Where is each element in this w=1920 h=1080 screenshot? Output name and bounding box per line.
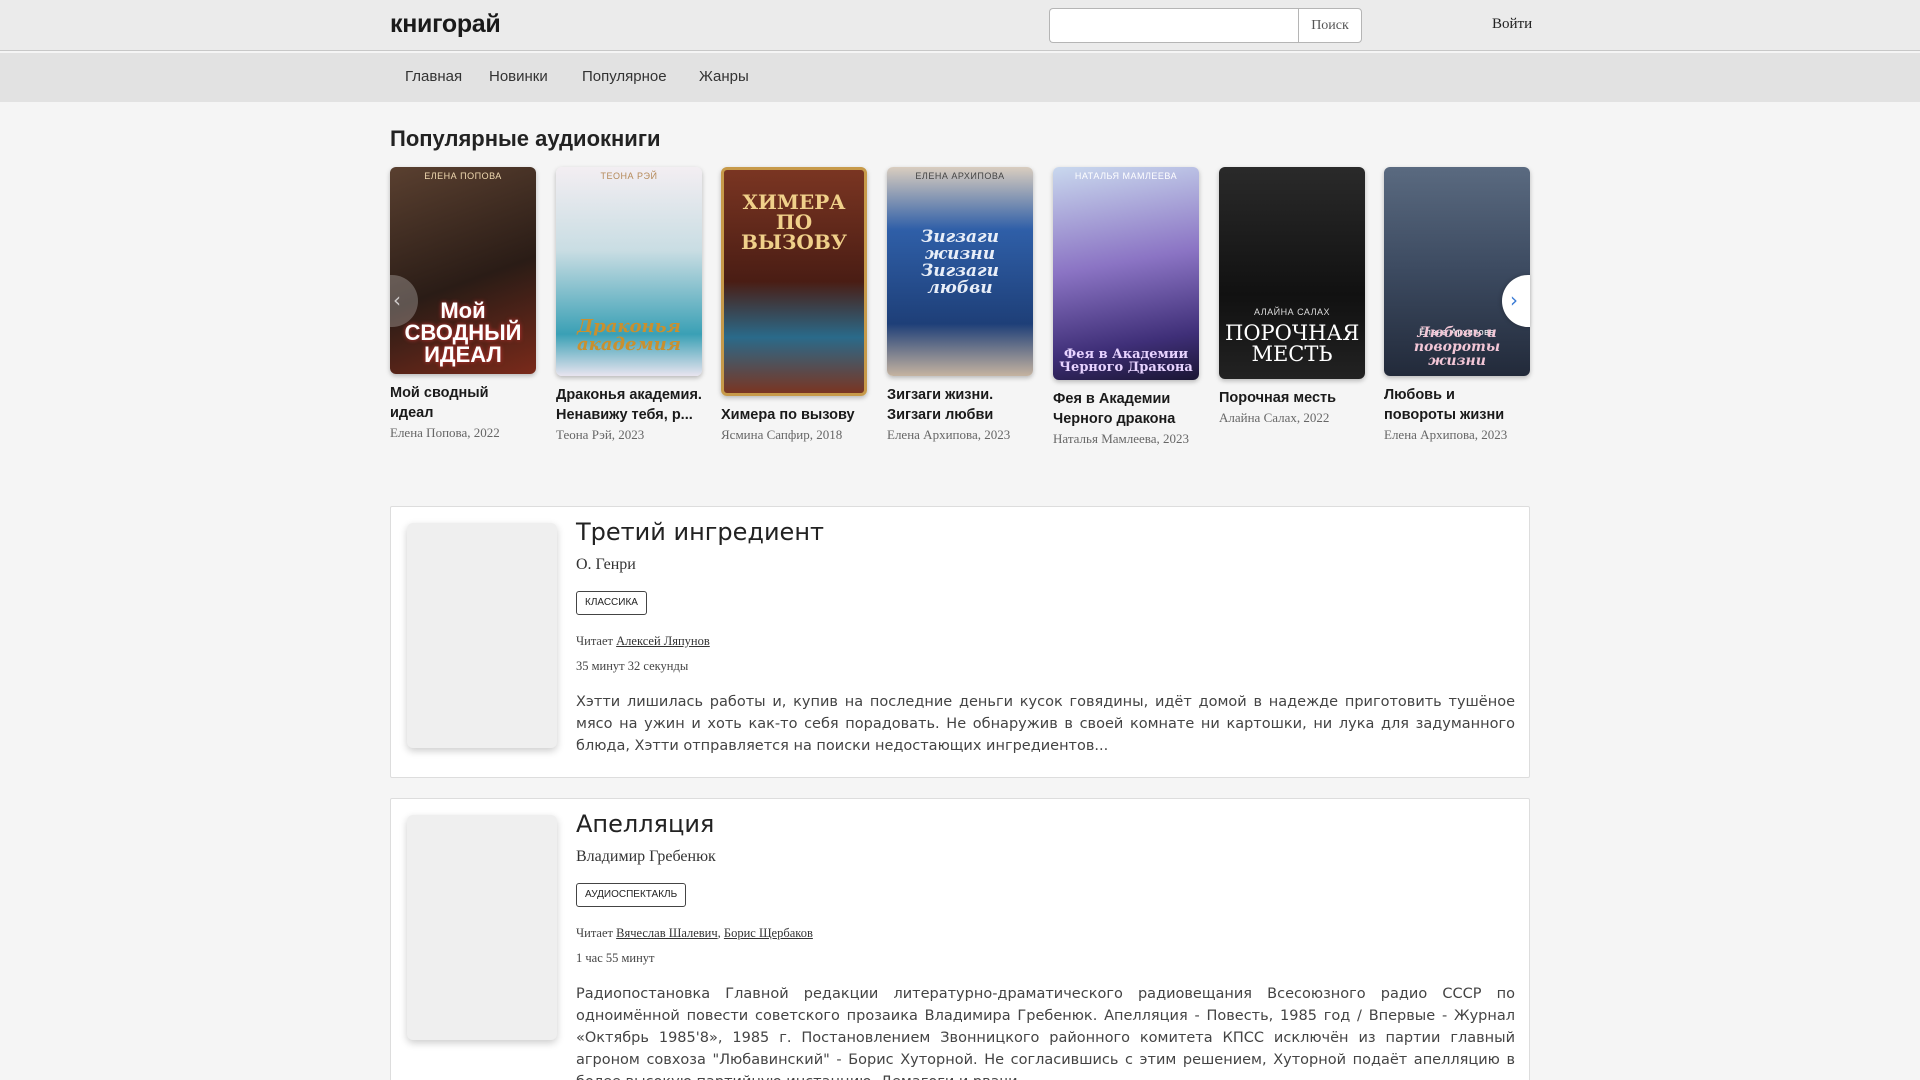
book-card[interactable]: ЕЛЕНА АРХИПОВА Зигзаги жизни Зигзаги люб… — [887, 167, 1033, 443]
book-author: Елена Архипова — [1384, 427, 1475, 442]
cover-title-text: Зигзаги жизни Зигзаги любви — [921, 227, 999, 298]
nav-item-genres[interactable]: Жанры — [699, 68, 749, 85]
reader-prefix: Читает — [576, 634, 613, 648]
audiobook-title[interactable]: Третий ингредиент — [576, 518, 824, 546]
book-year: 2018 — [816, 427, 843, 442]
book-author: Елена Попова — [390, 425, 468, 440]
audiobook-reader: Читает Алексей Ляпунов — [576, 634, 710, 649]
audiobook-author[interactable]: О. Генри — [576, 556, 636, 574]
book-card[interactable]: АЛАЙНА САЛАХ ПОРОЧНАЯ МЕСТЬ Порочная мес… — [1219, 167, 1365, 426]
audiobook-card: Апелляция Владимир Гребенюк аудиоспектак… — [390, 798, 1530, 1080]
book-cover[interactable]: Елена Архипова Любовь и повороты жизни — [1384, 167, 1530, 376]
book-title[interactable]: Порочная месть — [1219, 388, 1365, 408]
book-title[interactable]: Любовь и повороты жизни — [1384, 385, 1530, 425]
book-year: 2023 — [984, 427, 1011, 442]
nav-item-popular[interactable]: Популярное — [582, 68, 667, 85]
reader-link[interactable]: Борис Щербаков — [724, 926, 813, 940]
cover-author-text: ЕЛЕНА АРХИПОВА — [915, 171, 1005, 181]
book-year: 2022 — [1303, 410, 1330, 425]
audiobook-title[interactable]: Апелляция — [576, 810, 714, 838]
cover-title-text: ХИМЕРА ПО ВЫЗОВУ — [741, 190, 847, 254]
book-author: Наталья Мамлеева — [1053, 431, 1157, 446]
genre-tag[interactable]: аудиоспектакль — [576, 883, 687, 907]
top-header: книгорай Поиск Войти — [0, 0, 1920, 51]
book-meta: Елена Архипова, 2023 — [887, 427, 1011, 442]
search-button[interactable]: Поиск — [1298, 8, 1362, 43]
cover-author-text: АЛАЙНА САЛАХ — [1254, 307, 1330, 317]
audiobook-card: Третий ингредиент О. Генри классика Чита… — [390, 506, 1530, 778]
login-link[interactable]: Войти — [1492, 16, 1532, 33]
chevron-left-icon: ‹ — [393, 288, 401, 312]
book-year: 2023 — [618, 427, 645, 442]
cover-author-text: ТЕОНА РЭЙ — [600, 171, 658, 181]
audiobook-reader: Читает Вячеслав Шалевич, Борис Щербаков — [576, 926, 813, 940]
audiobook-description: Радиопостановка Главной редакции литерат… — [576, 986, 1515, 1080]
search-input[interactable] — [1049, 8, 1299, 43]
book-cover[interactable]: ТЕОНА РЭЙ Драконья академия — [556, 167, 702, 376]
book-meta: Елена Попова, 2022 — [390, 425, 500, 440]
book-title[interactable]: Химера по вызову — [721, 405, 867, 425]
book-year: 2023 — [1481, 427, 1508, 442]
book-year: 2022 — [473, 425, 500, 440]
book-card[interactable]: НАТАЛЬЯ МАМЛЕЕВА Фея в Академии Черного … — [1053, 167, 1199, 447]
cover-title-text: Драконья академия — [576, 316, 681, 355]
book-meta: Наталья Мамлеева, 2023 — [1053, 431, 1190, 446]
cover-author-text: НАТАЛЬЯ МАМЛЕЕВА — [1074, 171, 1178, 181]
book-author: Алайна Салах — [1219, 410, 1297, 425]
genre-tag[interactable]: классика — [576, 591, 647, 615]
reader-link[interactable]: Вячеслав Шалевич — [616, 926, 718, 940]
book-title[interactable]: Фея в Академии Черного дракона — [1053, 389, 1199, 429]
popular-carousel: ЕЛЕНА ПОПОВА Мой СВОДНЫЙ ИДЕАЛ Мой сводн… — [390, 167, 1530, 477]
reader-link[interactable]: Алексей Ляпунов — [616, 634, 710, 648]
book-meta: Алайна Салах, 2022 — [1219, 410, 1330, 425]
book-year: 2023 — [1163, 431, 1190, 446]
book-cover[interactable]: ЕЛЕНА ПОПОВА Мой СВОДНЫЙ ИДЕАЛ — [390, 167, 536, 374]
book-meta: Теона Рэй, 2023 — [556, 427, 645, 442]
nav-item-new[interactable]: Новинки — [489, 68, 548, 85]
audiobook-duration: 35 минут 32 секунды — [576, 659, 689, 673]
book-card[interactable]: ХИМЕРА ПО ВЫЗОВУ Химера по вызову Ясмина… — [721, 167, 867, 443]
audiobook-cover-placeholder[interactable] — [407, 523, 557, 748]
book-title[interactable]: Зигзаги жизни. Зигзаги любви — [887, 385, 1033, 425]
book-author: Теона Рэй — [556, 427, 612, 442]
nav-item-home[interactable]: Главная — [405, 68, 462, 85]
book-meta: Елена Архипова, 2023 — [1384, 427, 1508, 442]
chevron-right-icon: › — [1510, 288, 1518, 312]
book-card[interactable]: ТЕОНА РЭЙ Драконья академия Драконья ака… — [556, 167, 702, 443]
book-author: Елена Архипова — [887, 427, 978, 442]
main-nav: Главная Новинки Популярное Жанры — [0, 53, 1920, 102]
book-cover[interactable]: НАТАЛЬЯ МАМЛЕЕВА Фея в Академии Черного … — [1053, 167, 1199, 380]
book-cover[interactable]: ЕЛЕНА АРХИПОВА Зигзаги жизни Зигзаги люб… — [887, 167, 1033, 376]
site-logo[interactable]: книгорай — [390, 10, 501, 39]
audiobook-author[interactable]: Владимир Гребенюк — [576, 848, 716, 866]
cover-author-text: ЕЛЕНА ПОПОВА — [424, 171, 502, 181]
section-title-popular: Популярные аудиокниги — [390, 126, 661, 151]
book-meta: Ясмина Сапфир, 2018 — [721, 427, 843, 442]
reader-prefix: Читает — [576, 926, 613, 940]
book-cover[interactable]: АЛАЙНА САЛАХ ПОРОЧНАЯ МЕСТЬ — [1219, 167, 1365, 379]
book-cover[interactable]: ХИМЕРА ПО ВЫЗОВУ — [721, 167, 867, 396]
audiobook-duration: 1 час 55 минут — [576, 951, 655, 965]
audiobook-description: Хэтти лишилась работы и, купив на послед… — [576, 694, 1515, 754]
book-title[interactable]: Мой сводный идеал — [390, 383, 536, 423]
book-title[interactable]: Драконья академия. Ненавижу тебя, р... — [556, 385, 702, 425]
audiobook-cover-placeholder[interactable] — [407, 815, 557, 1040]
book-author: Ясмина Сапфир — [721, 427, 810, 442]
cover-title-text: Любовь и повороты жизни — [1413, 325, 1501, 369]
cover-title-text: ПОРОЧНАЯ МЕСТЬ — [1225, 321, 1360, 366]
cover-title-text: Фея в Академии Черного Дракона — [1059, 347, 1193, 375]
